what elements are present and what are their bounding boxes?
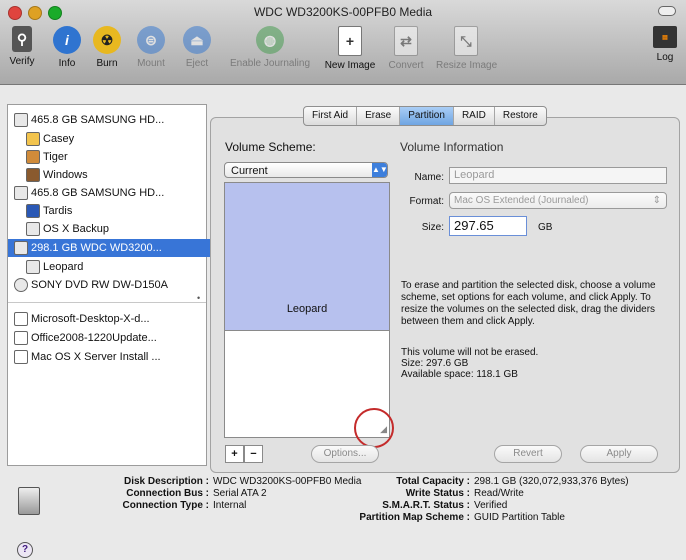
info-button[interactable]: i Info bbox=[50, 26, 84, 69]
sidebar-item-samsung-disk-1[interactable]: 465.8 GB SAMSUNG HD... bbox=[8, 111, 212, 129]
hard-disk-icon bbox=[14, 186, 28, 201]
sidebar-item-windows[interactable]: Windows bbox=[8, 166, 224, 184]
partition-block[interactable]: Leopard bbox=[225, 183, 389, 331]
log-icon: ▤ bbox=[653, 26, 677, 48]
sidebar-item-sony-dvd[interactable]: SONY DVD RW DW-D150A bbox=[8, 276, 212, 294]
partition-instructions: To erase and partition the selected disk… bbox=[401, 280, 656, 327]
disk-image-icon bbox=[14, 312, 28, 327]
sidebar-item-casey[interactable]: Casey bbox=[8, 130, 224, 148]
tab-restore[interactable]: Restore bbox=[495, 107, 546, 125]
tab-erase[interactable]: Erase bbox=[357, 107, 401, 125]
chevron-updown-icon: ▲▼ bbox=[372, 163, 388, 177]
new-image-button[interactable]: + New Image bbox=[322, 26, 378, 71]
sidebar-item-os-x-backup[interactable]: OS X Backup bbox=[8, 220, 224, 238]
eject-icon: ⏏ bbox=[183, 26, 211, 54]
size-field[interactable]: 297.65 bbox=[449, 216, 527, 236]
volume-scheme-select[interactable]: Current ▲▼ bbox=[224, 162, 388, 178]
partition-add-remove: + − bbox=[225, 445, 263, 463]
hard-disk-icon bbox=[14, 113, 28, 128]
enable-journaling-button[interactable]: ◍ Enable Journaling bbox=[228, 26, 312, 69]
mount-icon: ⊜ bbox=[137, 26, 165, 54]
sidebar-splitter-handle[interactable]: • bbox=[197, 293, 200, 303]
sidebar-item-wdc-disk[interactable]: 298.1 GB WDC WD3200... bbox=[8, 239, 212, 257]
journaling-icon: ◍ bbox=[256, 26, 284, 54]
volume-icon bbox=[26, 132, 40, 147]
volume-information-heading: Volume Information bbox=[400, 140, 504, 154]
device-sidebar[interactable]: 465.8 GB SAMSUNG HD... Casey Tiger Windo… bbox=[7, 104, 212, 466]
convert-button[interactable]: ⇄ Convert bbox=[386, 26, 426, 71]
hard-disk-icon bbox=[14, 241, 28, 256]
volume-icon bbox=[26, 260, 40, 275]
sidebar-item-disk-image[interactable]: Mac OS X Server Install ... bbox=[8, 348, 212, 366]
window-title: WDC WD3200KS-00PFB0 Media bbox=[253, 5, 433, 19]
disk-utility-window: WDC WD3200KS-00PFB0 Media ⚲ Verify i Inf… bbox=[0, 0, 686, 560]
volume-layout-map[interactable]: Leopard ◢ bbox=[224, 182, 390, 438]
format-label: Format: bbox=[409, 196, 444, 207]
resize-image-button[interactable]: ⤡ Resize Image bbox=[436, 26, 497, 71]
chevron-updown-icon: ⇕ bbox=[652, 195, 661, 206]
revert-button[interactable]: Revert bbox=[494, 445, 562, 463]
add-partition-button[interactable]: + bbox=[225, 445, 244, 463]
sidebar-item-leopard[interactable]: Leopard bbox=[8, 258, 224, 276]
verify-button[interactable]: ⚲ Verify bbox=[4, 26, 40, 67]
size-unit: GB bbox=[538, 222, 553, 233]
partition-label: Leopard bbox=[286, 303, 328, 315]
volume-icon bbox=[26, 204, 40, 219]
apply-button[interactable]: Apply bbox=[580, 445, 658, 463]
name-field[interactable]: Leopard bbox=[449, 167, 667, 184]
sidebar-item-disk-image[interactable]: Office2008-1220Update... bbox=[8, 329, 212, 347]
erase-status: This volume will not be erased. Size: 29… bbox=[401, 347, 539, 380]
title-bar: WDC WD3200KS-00PFB0 Media ⚲ Verify i Inf… bbox=[0, 0, 686, 85]
resize-image-icon: ⤡ bbox=[454, 26, 478, 56]
options-button[interactable]: Options... bbox=[311, 445, 379, 463]
volume-icon bbox=[26, 222, 40, 237]
new-image-icon: + bbox=[338, 26, 362, 56]
disk-info-labels-left: Disk Description : Connection Bus : Conn… bbox=[122, 476, 209, 511]
sidebar-item-disk-image[interactable]: Microsoft-Desktop-X-d... bbox=[8, 310, 212, 328]
burn-button[interactable]: ☢ Burn bbox=[90, 26, 124, 69]
disk-image-icon bbox=[14, 350, 28, 365]
convert-icon: ⇄ bbox=[394, 26, 418, 56]
log-button[interactable]: ▤ Log bbox=[650, 26, 680, 63]
disk-info-labels-right: Total Capacity : Write Status : S.M.A.R.… bbox=[359, 476, 470, 523]
highlight-circle bbox=[354, 408, 394, 448]
volume-icon bbox=[26, 168, 40, 183]
toolbar: ⚲ Verify i Info ☢ Burn ⊜ Mount ⏏ Eject ◍… bbox=[0, 22, 686, 84]
volume-icon bbox=[26, 150, 40, 165]
hard-disk-icon bbox=[18, 487, 40, 515]
help-button[interactable]: ? bbox=[17, 542, 33, 558]
sidebar-item-tiger[interactable]: Tiger bbox=[8, 148, 224, 166]
tab-raid[interactable]: RAID bbox=[454, 107, 495, 125]
remove-partition-button[interactable]: − bbox=[244, 445, 263, 463]
size-label: Size: bbox=[421, 222, 444, 233]
toolbar-toggle-button[interactable] bbox=[658, 6, 676, 16]
optical-drive-icon bbox=[14, 278, 28, 293]
disk-image-icon bbox=[14, 331, 28, 346]
info-icon: i bbox=[53, 26, 81, 54]
format-select[interactable]: Mac OS Extended (Journaled) ⇕ bbox=[449, 192, 667, 209]
microscope-icon: ⚲ bbox=[12, 26, 32, 52]
disk-info-values-right: 298.1 GB (320,072,933,376 Bytes) Read/Wr… bbox=[474, 476, 629, 523]
sidebar-divider bbox=[8, 302, 206, 303]
eject-button[interactable]: ⏏ Eject bbox=[182, 26, 212, 69]
sidebar-item-samsung-disk-2[interactable]: 465.8 GB SAMSUNG HD... bbox=[8, 184, 212, 202]
burn-icon: ☢ bbox=[93, 26, 121, 54]
sidebar-item-tardis[interactable]: Tardis bbox=[8, 202, 224, 220]
name-label: Name: bbox=[414, 172, 444, 183]
mount-button[interactable]: ⊜ Mount bbox=[134, 26, 168, 69]
volume-scheme-label: Volume Scheme: bbox=[225, 140, 316, 154]
tab-partition[interactable]: Partition bbox=[400, 107, 454, 125]
tab-first-aid[interactable]: First Aid bbox=[304, 107, 358, 125]
tab-bar: First Aid Erase Partition RAID Restore bbox=[303, 106, 547, 126]
